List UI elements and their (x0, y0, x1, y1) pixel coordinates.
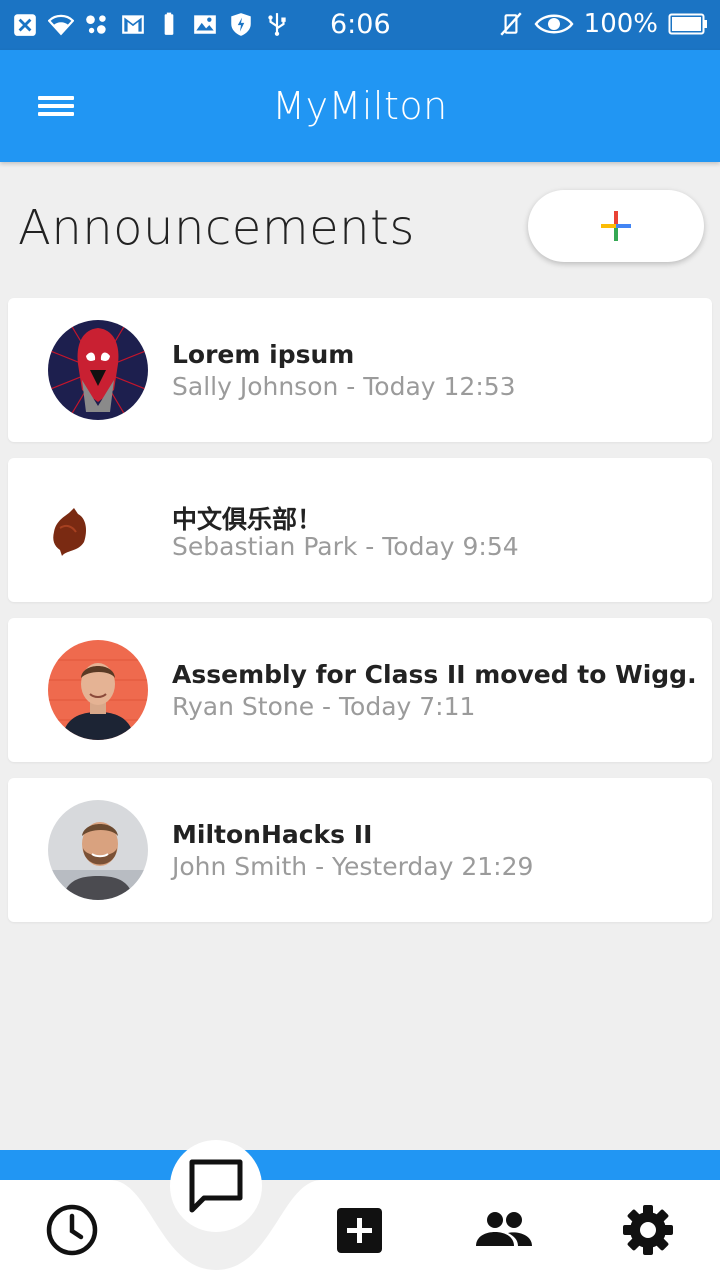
add-announcement-button[interactable] (528, 190, 704, 262)
assistant-dots-icon (86, 15, 106, 34)
gmail-icon (122, 15, 144, 34)
announcement-card[interactable]: MiltonHacks II John Smith - Yesterday 21… (8, 778, 712, 922)
battery-percent: 100% (583, 9, 658, 39)
wifi-icon (48, 14, 74, 36)
clock-icon[interactable] (42, 1200, 102, 1260)
settings-gear-icon[interactable] (618, 1200, 678, 1260)
people-icon[interactable] (474, 1200, 534, 1260)
announcement-card[interactable]: 中文俱乐部！ Sebastian Park - Today 9:54 (8, 458, 712, 602)
announcement-card[interactable]: Assembly for Class II moved to Wigg. Rya… (8, 618, 712, 762)
announcement-title: Assembly for Class II moved to Wigg. (172, 660, 697, 689)
battery-small-icon (164, 12, 174, 35)
announcement-meta: Ryan Stone - Today 7:11 (172, 692, 476, 721)
announcement-meta: John Smith - Yesterday 21:29 (172, 852, 534, 881)
status-time: 6:06 (330, 9, 391, 40)
status-bar: 6:06 100% (0, 0, 720, 50)
shield-icon (231, 13, 251, 36)
app-title: MyMilton (272, 84, 448, 128)
announcement-title: Lorem ipsum (172, 340, 355, 369)
usb-icon (268, 13, 286, 36)
spiderman-avatar (48, 320, 148, 420)
announcement-title: MiltonHacks II (172, 820, 373, 849)
image-icon (194, 15, 216, 34)
eye-icon (534, 14, 574, 34)
ryan-photo-avatar (48, 640, 148, 740)
add-box-icon[interactable] (330, 1200, 390, 1260)
announcement-card[interactable]: Lorem ipsum Sally Johnson - Today 12:53 (8, 298, 712, 442)
announcement-meta: Sebastian Park - Today 9:54 (172, 532, 519, 561)
vibrate-off-icon (500, 12, 522, 36)
plus-multicolor-icon (601, 211, 631, 241)
announcement-meta: Sally Johnson - Today 12:53 (172, 372, 516, 401)
leaf-avatar (48, 480, 148, 580)
john-photo-avatar (48, 800, 148, 900)
close-box-icon (14, 14, 36, 36)
page-title: Announcements (18, 200, 415, 256)
system-icons: 100% (498, 9, 708, 39)
notification-icons (12, 10, 290, 38)
battery-icon (668, 13, 707, 35)
announcement-title: 中文俱乐部！ (172, 505, 323, 534)
chat-icon[interactable] (170, 1140, 262, 1232)
app-bar: MyMilton (0, 50, 720, 162)
